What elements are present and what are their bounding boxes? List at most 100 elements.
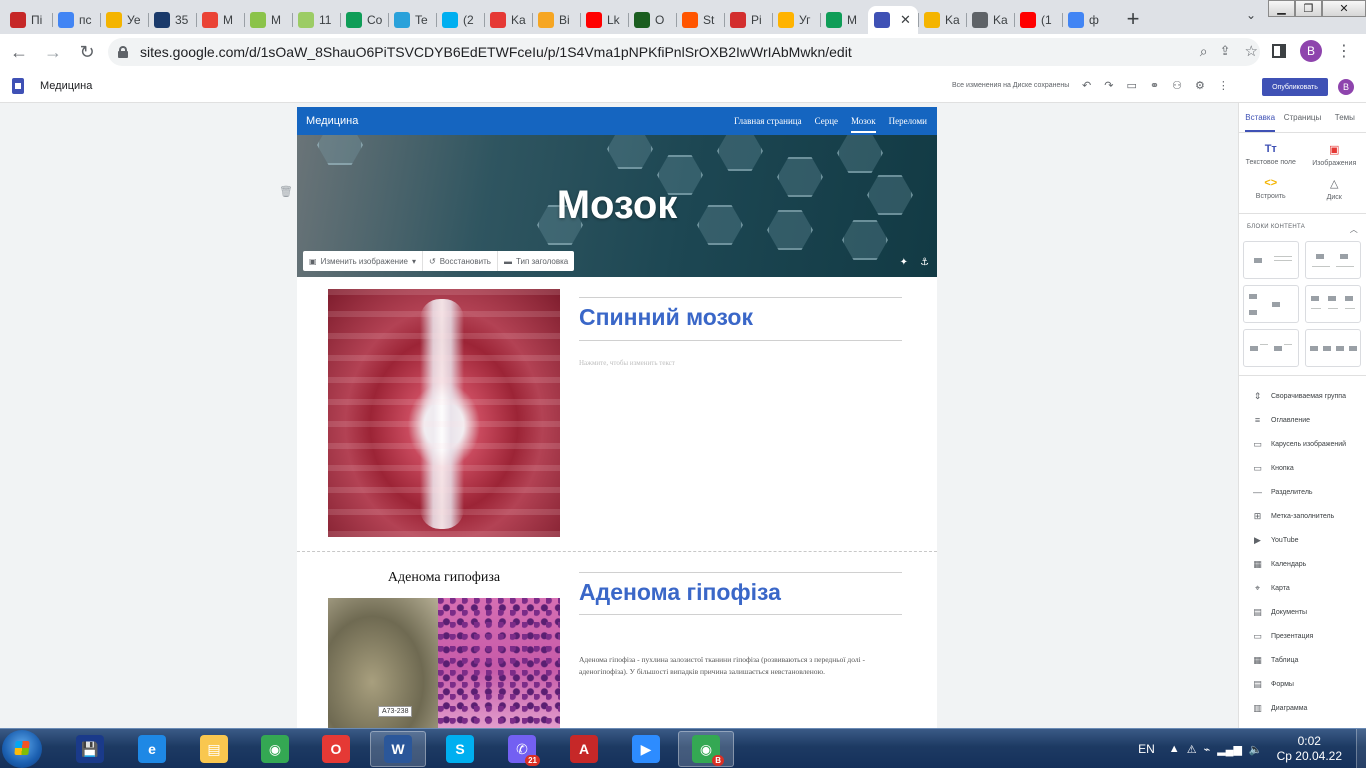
component-item[interactable]: ▤ Формы	[1239, 672, 1366, 696]
panel-tab[interactable]: Темы	[1324, 103, 1366, 132]
bookmark-star-icon[interactable]: ☆	[1245, 42, 1258, 60]
close-tab-icon[interactable]: ✕	[900, 12, 911, 28]
layout-block-5[interactable]	[1243, 329, 1299, 367]
component-item[interactable]: ▦ Календарь	[1239, 552, 1366, 576]
browser-tab[interactable]: пс	[52, 6, 100, 34]
component-item[interactable]: ⊞ Метка-заполнитель	[1239, 504, 1366, 528]
page-title[interactable]: Мозок	[297, 183, 937, 228]
layout-block-1[interactable]	[1243, 241, 1299, 279]
taskbar-app-button[interactable]: ▤	[186, 731, 242, 767]
header-type-button[interactable]: ▬ Тип заголовка	[498, 251, 574, 271]
browser-tab[interactable]: St	[676, 6, 724, 34]
address-bar[interactable]: sites.google.com/d/1sOaW_8ShauO6PiTSVCDY…	[108, 38, 1260, 66]
site-nav-link[interactable]: Переломи	[889, 109, 927, 133]
section-heading[interactable]: Аденома гіпофіза	[579, 579, 781, 606]
browser-tab[interactable]: Te	[388, 6, 436, 34]
component-item[interactable]: ▤ Документы	[1239, 600, 1366, 624]
taskbar-app-button[interactable]: A	[556, 731, 612, 767]
side-panel-icon[interactable]	[1272, 44, 1286, 58]
zoom-search-icon[interactable]: ⌕	[1200, 43, 1208, 60]
taskbar-app-button[interactable]: ◉	[247, 731, 303, 767]
sparkle-icon[interactable]: ✦	[900, 257, 908, 268]
taskbar-app-button[interactable]: ✆ 21	[494, 731, 550, 767]
component-item[interactable]: ▥ Диаграмма	[1239, 696, 1366, 720]
editor-profile-avatar[interactable]: B	[1338, 79, 1354, 95]
pituitary-adenoma-image[interactable]: A73-238	[328, 598, 560, 728]
maximize-button[interactable]: ❐	[1295, 0, 1322, 17]
signal-strength-icon[interactable]: ▂▄▆	[1217, 743, 1242, 756]
content-section-spinal-cord[interactable]: Спинний мозок Нажмите, чтобы изменить те…	[297, 277, 937, 551]
browser-tab[interactable]: M	[196, 6, 244, 34]
volume-icon[interactable]: 🔈	[1249, 743, 1263, 756]
browser-tab[interactable]: Уе	[100, 6, 148, 34]
minimize-button[interactable]: ▁	[1268, 0, 1295, 17]
lock-icon[interactable]	[118, 46, 128, 58]
section-heading[interactable]: Спинний мозок	[579, 304, 753, 331]
start-button[interactable]	[2, 730, 42, 768]
insert-item[interactable]: Tт Текстовое поле	[1239, 143, 1303, 167]
taskbar-app-button[interactable]: O	[308, 731, 364, 767]
content-section-pituitary-adenoma[interactable]: Аденома гипофиза A73-238 Аденома гіпофіз…	[297, 552, 937, 728]
browser-tab[interactable]: Pi	[724, 6, 772, 34]
tab-search-chevron-icon[interactable]: ⌄	[1246, 8, 1256, 22]
browser-tab[interactable]: Lk	[580, 6, 628, 34]
sites-logo-icon[interactable]	[12, 78, 24, 94]
taskbar-app-button[interactable]: W	[370, 731, 426, 767]
share-user-icon[interactable]: ⚇	[1172, 79, 1182, 92]
publish-button[interactable]: Опубликовать	[1262, 78, 1328, 96]
profile-avatar[interactable]: B	[1300, 40, 1322, 62]
site-nav-link[interactable]: Серце	[815, 109, 838, 133]
browser-tab[interactable]: M	[820, 6, 868, 34]
language-indicator[interactable]: EN	[1138, 742, 1155, 756]
header-banner[interactable]: Мозок ▣ Изменить изображение ▾ ↺ Восстанови…	[297, 135, 937, 277]
browser-tab[interactable]: (2	[436, 6, 484, 34]
component-item[interactable]: ≡ Оглавление	[1239, 408, 1366, 432]
browser-tab[interactable]: ф	[1062, 6, 1110, 34]
forward-arrow-icon[interactable]: →	[38, 37, 68, 67]
back-arrow-icon[interactable]: ←	[4, 37, 34, 67]
network-warning-icon[interactable]: ⚠	[1187, 743, 1197, 756]
usb-device-icon[interactable]: ⌁	[1204, 743, 1211, 756]
component-item[interactable]: ⇕ Сворачиваемая группа	[1239, 384, 1366, 408]
new-tab-button[interactable]: +	[1118, 5, 1148, 33]
component-item[interactable]: ⌖ Карта	[1239, 576, 1366, 600]
reload-icon[interactable]: ↻	[72, 37, 102, 67]
browser-tab[interactable]: 35	[148, 6, 196, 34]
anchor-icon[interactable]: ⚓	[920, 257, 929, 268]
text-placeholder[interactable]: Нажмите, чтобы изменить текст	[579, 359, 675, 367]
browser-menu-icon[interactable]: ⋮	[1336, 41, 1352, 61]
component-item[interactable]: ▭ Карусель изображений	[1239, 432, 1366, 456]
change-image-button[interactable]: ▣ Изменить изображение ▾	[303, 251, 423, 271]
browser-tab[interactable]: (1	[1014, 6, 1062, 34]
taskbar-app-button[interactable]: e	[124, 731, 180, 767]
browser-tab[interactable]: Уг	[772, 6, 820, 34]
settings-gear-icon[interactable]: ⚙	[1195, 79, 1205, 92]
browser-tab[interactable]: Co	[340, 6, 388, 34]
insert-item[interactable]: ▣ Изображения	[1303, 143, 1366, 167]
section-body-text[interactable]: Аденома гіпофіза - пухлина залозистої тк…	[579, 654, 909, 678]
component-item[interactable]: ▶ YouTube	[1239, 528, 1366, 552]
component-item[interactable]: — Разделитель	[1239, 480, 1366, 504]
layout-block-6[interactable]	[1305, 329, 1361, 367]
panel-tab[interactable]: Страницы	[1281, 103, 1323, 132]
taskbar-app-button[interactable]: ▶	[618, 731, 674, 767]
browser-tab[interactable]: 11	[292, 6, 340, 34]
undo-icon[interactable]: ↶	[1082, 79, 1091, 92]
browser-tab[interactable]: ✕	[868, 6, 918, 34]
chevron-up-icon[interactable]: ︿	[1350, 224, 1358, 235]
insert-item[interactable]: <> Встроить	[1239, 177, 1303, 201]
close-window-button[interactable]: ✕	[1322, 0, 1366, 17]
site-nav-link[interactable]: Мозок	[851, 109, 876, 133]
layout-block-4[interactable]	[1305, 285, 1361, 323]
browser-tab[interactable]: Ka	[918, 6, 966, 34]
redo-icon[interactable]: ↷	[1104, 79, 1113, 92]
site-name[interactable]: Медицина	[40, 80, 92, 92]
link-icon[interactable]: ⚭	[1150, 79, 1159, 92]
preview-devices-icon[interactable]: ▭	[1126, 79, 1136, 92]
browser-tab[interactable]: Пі	[4, 6, 52, 34]
component-item[interactable]: ▭ Презентация	[1239, 624, 1366, 648]
taskbar-app-button[interactable]: S	[432, 731, 488, 767]
share-icon[interactable]: ⇪	[1220, 43, 1231, 59]
show-desktop-button[interactable]	[1356, 729, 1366, 768]
spinal-cord-image[interactable]	[328, 289, 560, 537]
